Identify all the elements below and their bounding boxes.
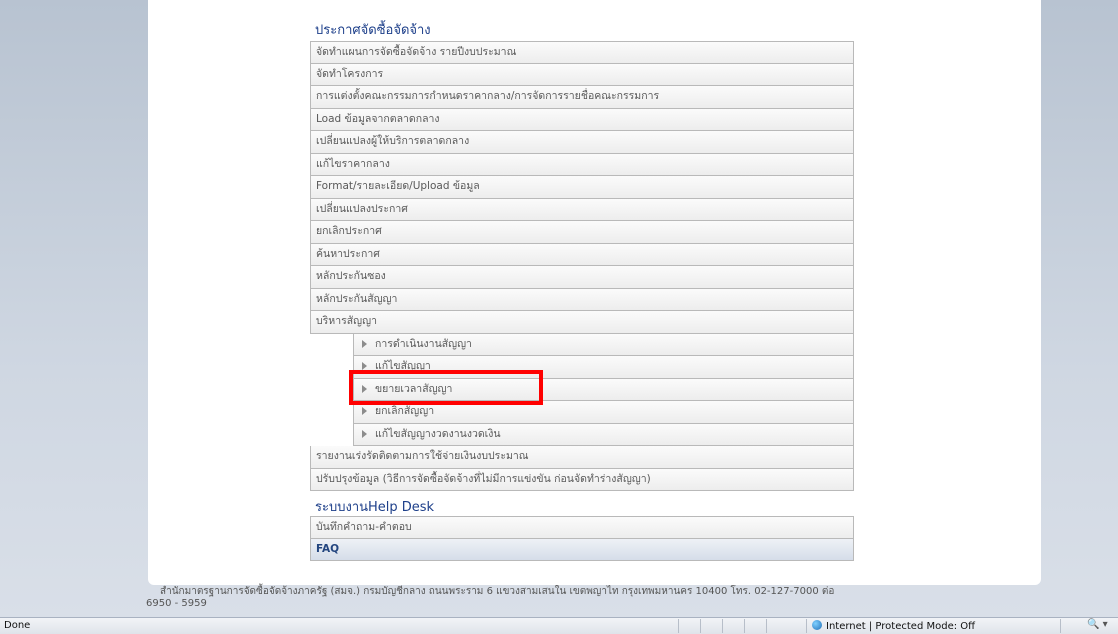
menu-item-bid-guarantee[interactable]: หลักประกันซอง [310,266,854,289]
status-separator [678,619,679,633]
menu-item-load-market-data[interactable]: Load ข้อมูลจากตลาดกลาง [310,108,854,131]
menu-item-budget-report[interactable]: รายงานเร่งรัดติดตามการใช้จ่ายเงินงบประมา… [310,446,854,469]
triangle-right-icon [362,362,367,370]
triangle-right-icon [362,407,367,415]
menu-item-format-upload[interactable]: Format/รายละเอียด/Upload ข้อมูล [310,176,854,199]
footer-address: สำนักมาตรฐานการจัดซื้อจัดจ้างภาครัฐ (สมจ… [146,586,946,610]
submenu-item-extend-contract[interactable]: ขยายเวลาสัญญา [353,378,854,401]
menu-item-qa-record[interactable]: บันทึกคำถาม-คำตอบ [310,516,854,539]
footer-line-1: สำนักมาตรฐานการจัดซื้อจัดจ้างภาครัฐ (สมจ… [160,586,835,597]
procurement-menu: จัดทำแผนการจัดซื้อจัดจ้าง รายปีงบประมาณ … [310,41,854,491]
menu-item-procurement-plan[interactable]: จัดทำแผนการจัดซื้อจัดจ้าง รายปีงบประมาณ [310,41,854,64]
status-bar: Done Internet | Protected Mode: Off 🔍 ▾ [0,617,1118,634]
status-separator [766,619,767,633]
submenu-item-cancel-contract[interactable]: ยกเลิกสัญญา [353,401,854,424]
submenu-label: แก้ไขสัญญางวดงานงวดเงิน [375,427,501,440]
submenu-label: แก้ไขสัญญา [375,360,431,372]
zoom-control[interactable]: 🔍 ▾ [1087,619,1108,630]
submenu-label: ขยายเวลาสัญญา [375,382,453,395]
security-zone[interactable]: Internet | Protected Mode: Off [812,620,975,632]
submenu-item-contract-operation[interactable]: การดำเนินงานสัญญา [353,333,854,356]
menu-item-search-announcement[interactable]: ค้นหาประกาศ [310,243,854,266]
menu-item-committee[interactable]: การแต่งตั้งคณะกรรมการกำหนดราคากลาง/การจั… [310,86,854,109]
menu-item-change-announcement[interactable]: เปลี่ยนแปลงประกาศ [310,198,854,221]
submenu-item-edit-installments[interactable]: แก้ไขสัญญางวดงานงวดเงิน [353,423,854,446]
menu-item-contract-guarantee[interactable]: หลักประกันสัญญา [310,288,854,311]
triangle-right-icon [362,384,367,393]
submenu-label: การดำเนินงานสัญญา [375,337,472,350]
menu-item-faq[interactable]: FAQ [310,538,854,561]
menu-item-cancel-announcement[interactable]: ยกเลิกประกาศ [310,221,854,244]
status-text: Done [4,620,31,631]
helpdesk-menu: บันทึกคำถาม-คำตอบ FAQ [310,516,854,561]
globe-icon [812,620,822,630]
status-separator [806,619,807,633]
menu-item-change-market-provider[interactable]: เปลี่ยนแปลงผู้ให้บริการตลาดกลาง [310,131,854,154]
status-separator [722,619,723,633]
menu-item-create-project[interactable]: จัดทำโครงการ [310,63,854,86]
zone-label: Internet | Protected Mode: Off [826,621,976,632]
status-separator [1060,619,1061,633]
section-title-helpdesk: ระบบงานHelp Desk [315,500,435,515]
menu-item-edit-median-price[interactable]: แก้ไขราคากลาง [310,153,854,176]
submenu-label: ยกเลิกสัญญา [375,405,435,417]
status-separator [744,619,745,633]
status-separator [700,619,701,633]
menu-item-contract-management[interactable]: บริหารสัญญา [310,311,854,334]
section-title-procurement: ประกาศจัดซื้อจัดจ้าง [315,23,431,38]
footer-line-2: 6950 - 5959 [146,598,207,609]
menu-item-update-data[interactable]: ปรับปรุงข้อมูล (วิธีการจัดซื้อจัดจ้างที่… [310,468,854,491]
submenu-item-edit-contract[interactable]: แก้ไขสัญญา [353,356,854,379]
triangle-right-icon [362,429,367,438]
triangle-right-icon [362,339,367,348]
